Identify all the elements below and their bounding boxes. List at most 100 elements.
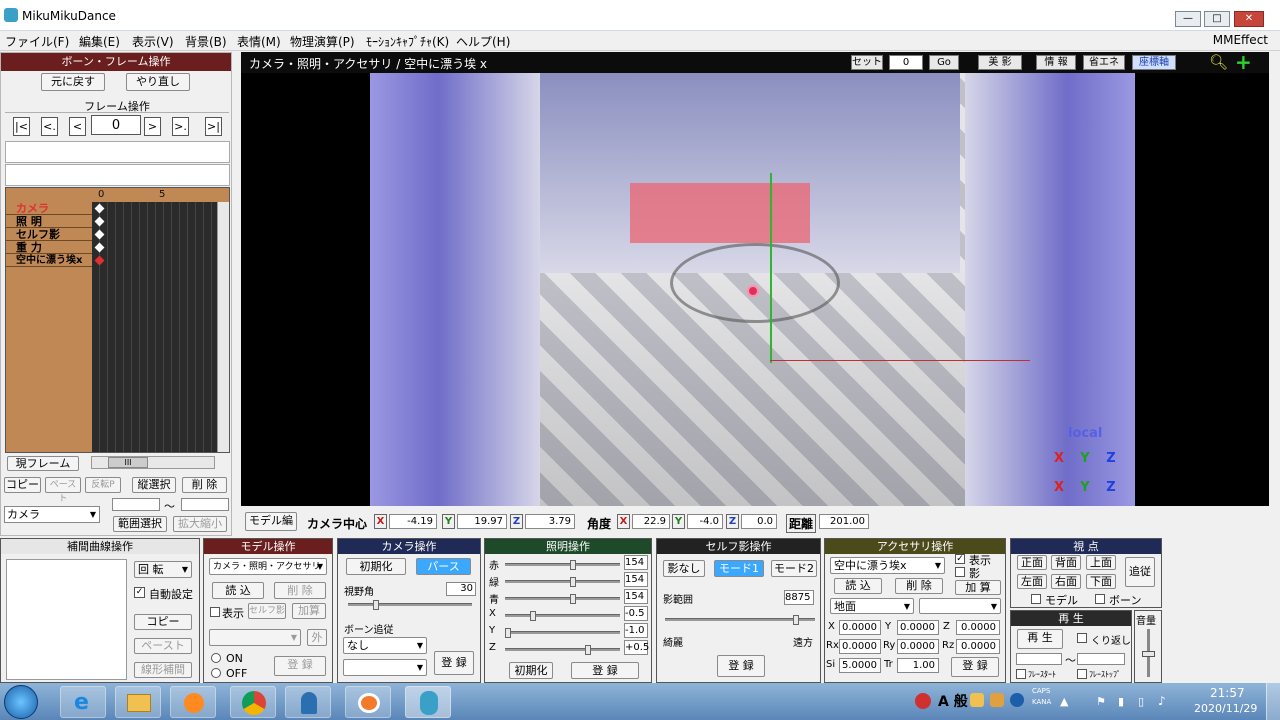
play-button[interactable]: 再 生: [1017, 629, 1063, 649]
distance-input[interactable]: 201.00: [819, 514, 869, 529]
accessory-delete-button[interactable]: 削 除: [895, 578, 943, 594]
ie-icon[interactable]: e: [60, 686, 106, 718]
view-bone-checkbox[interactable]: [1095, 594, 1105, 604]
acc-y-input[interactable]: 0.0000: [897, 620, 939, 635]
light-r-slider[interactable]: [505, 560, 620, 570]
search-icon[interactable]: 🔍︎: [1209, 53, 1228, 71]
blender-icon[interactable]: [345, 686, 391, 718]
flag-icon[interactable]: ⚑: [1096, 695, 1106, 708]
interp-paste-button[interactable]: ペースト: [134, 638, 192, 654]
model-self-shadow-button[interactable]: セルフ影: [248, 603, 286, 619]
fov-slider-knob[interactable]: [373, 600, 379, 610]
shadow-range-knob[interactable]: [793, 615, 799, 625]
acc-ry-input[interactable]: 0.0000: [897, 639, 939, 654]
view-left-button[interactable]: 左面: [1017, 574, 1047, 589]
maximize-button[interactable]: □: [1204, 11, 1230, 27]
shadow-mode2-button[interactable]: モード2: [771, 560, 817, 577]
ime-mode[interactable]: A 般: [938, 691, 968, 711]
light-b-input[interactable]: 154: [624, 589, 648, 604]
light-x-input[interactable]: -0.5: [624, 606, 648, 621]
light-y-slider[interactable]: [505, 628, 620, 638]
light-z-input[interactable]: +0.5: [624, 640, 649, 655]
timeline-h-scrollbar[interactable]: III: [91, 456, 215, 469]
axis-toggle-button[interactable]: 座標軸: [1132, 55, 1176, 70]
linear-interp-button[interactable]: 線形補間: [134, 662, 192, 678]
last-frame-button[interactable]: >|: [205, 117, 222, 136]
light-x-knob[interactable]: [530, 611, 536, 621]
3d-viewport[interactable]: local X Y Z X Y Z: [241, 73, 1269, 506]
play-end-input[interactable]: [1077, 653, 1125, 665]
model-delete-button[interactable]: 削 除: [274, 582, 326, 599]
ime-toolbar-icon[interactable]: [915, 693, 931, 709]
shadow-range-slider[interactable]: [665, 615, 815, 625]
viewport-title-close[interactable]: x: [480, 57, 487, 71]
model-load-button[interactable]: 読 込: [212, 582, 264, 599]
prev-key-button[interactable]: <.: [41, 117, 58, 136]
menu-help[interactable]: ヘルプ(H): [456, 33, 510, 50]
menu-background[interactable]: 背景(B): [185, 33, 227, 50]
accessory-load-button[interactable]: 読 込: [834, 578, 882, 594]
menu-motion-capture[interactable]: ﾓｰｼｮﾝｷｬﾌﾟﾁｬ(K): [366, 33, 449, 50]
x-rotate-icon[interactable]: X: [1051, 480, 1067, 496]
view-follow-button[interactable]: 追従: [1125, 557, 1155, 587]
help-icon[interactable]: [1010, 693, 1024, 707]
close-button[interactable]: ✕: [1234, 11, 1264, 27]
cam-y-input[interactable]: 19.97: [457, 514, 507, 529]
view-top-button[interactable]: 上面: [1086, 555, 1116, 570]
light-z-knob[interactable]: [585, 645, 591, 655]
prev-frame-button[interactable]: <: [69, 117, 86, 136]
frame-number-input[interactable]: 0: [91, 115, 141, 135]
x-axis-icon[interactable]: X: [1051, 451, 1067, 467]
model-register-button[interactable]: 登 録: [274, 656, 326, 676]
accessory-parent-select[interactable]: 地面 ▼: [830, 598, 914, 614]
track-light[interactable]: 照 明: [6, 215, 92, 228]
model-add-button[interactable]: 加算: [292, 603, 326, 619]
follow-model-select[interactable]: なし ▼: [343, 637, 427, 654]
acc-x-input[interactable]: 0.0000: [839, 620, 881, 635]
accessory-select[interactable]: 空中に漂う埃x ▼: [830, 557, 945, 574]
fov-slider[interactable]: [348, 600, 472, 610]
interp-type-select[interactable]: 回 転 ▼: [134, 561, 192, 578]
angle-x-input[interactable]: 22.9: [632, 514, 670, 529]
on-radio[interactable]: [211, 653, 221, 663]
reverse-paste-button[interactable]: 反転P: [85, 477, 121, 493]
tray-expand-icon[interactable]: ▲: [1060, 695, 1068, 708]
shadow-range-input[interactable]: 8875: [784, 590, 814, 605]
menu-view[interactable]: 表示(V): [132, 33, 174, 50]
ime-dict-icon[interactable]: [970, 693, 984, 707]
acc-rz-input[interactable]: 0.0000: [956, 639, 1000, 654]
outer-parent-button[interactable]: 外: [307, 629, 327, 646]
volume-icon[interactable]: ♪: [1158, 694, 1166, 708]
light-b-slider[interactable]: [505, 594, 620, 604]
beautiful-shadow-button[interactable]: 美 影: [978, 55, 1022, 70]
paste-button[interactable]: ペースト: [45, 477, 81, 504]
light-r-input[interactable]: 154: [624, 555, 648, 570]
track-camera[interactable]: カメラ: [6, 202, 92, 215]
clock-date[interactable]: 2020/11/29: [1194, 702, 1257, 715]
clock-time[interactable]: 21:57: [1210, 686, 1245, 700]
volume-knob[interactable]: [1142, 651, 1155, 657]
light-r-knob[interactable]: [570, 560, 576, 570]
copy-button[interactable]: コピー: [4, 477, 41, 493]
timeline-grid[interactable]: [92, 202, 217, 452]
shadow-mode1-button[interactable]: モード1: [714, 560, 764, 577]
timeline[interactable]: 0 5 カメラ 照 明 セルフ影 重 力 空中に漂う埃x: [5, 187, 230, 453]
show-desktop-button[interactable]: [1266, 683, 1280, 720]
play-start-input[interactable]: [1016, 653, 1062, 665]
cam-z-input[interactable]: 3.79: [525, 514, 575, 529]
z-rotate-icon[interactable]: Z: [1103, 480, 1119, 496]
frame-info-field[interactable]: [5, 164, 230, 186]
range-target-select[interactable]: カメラ ▼: [4, 506, 100, 523]
z-axis-icon[interactable]: Z: [1103, 451, 1119, 467]
accessory-bone-select[interactable]: ▼: [919, 598, 1001, 614]
current-frame-button[interactable]: 現フレーム: [7, 456, 79, 471]
frame-stop-checkbox[interactable]: [1077, 669, 1087, 679]
h-scroll-thumb[interactable]: III: [108, 457, 148, 468]
plus-icon[interactable]: +: [1235, 50, 1252, 74]
light-z-slider[interactable]: [505, 645, 620, 655]
menu-mmeffect[interactable]: MMEffect: [1213, 33, 1268, 47]
interp-copy-button[interactable]: コピー: [134, 614, 192, 630]
light-b-knob[interactable]: [570, 594, 576, 604]
eco-button[interactable]: 省エネ: [1083, 55, 1125, 70]
y-rotate-icon[interactable]: Y: [1077, 480, 1093, 496]
